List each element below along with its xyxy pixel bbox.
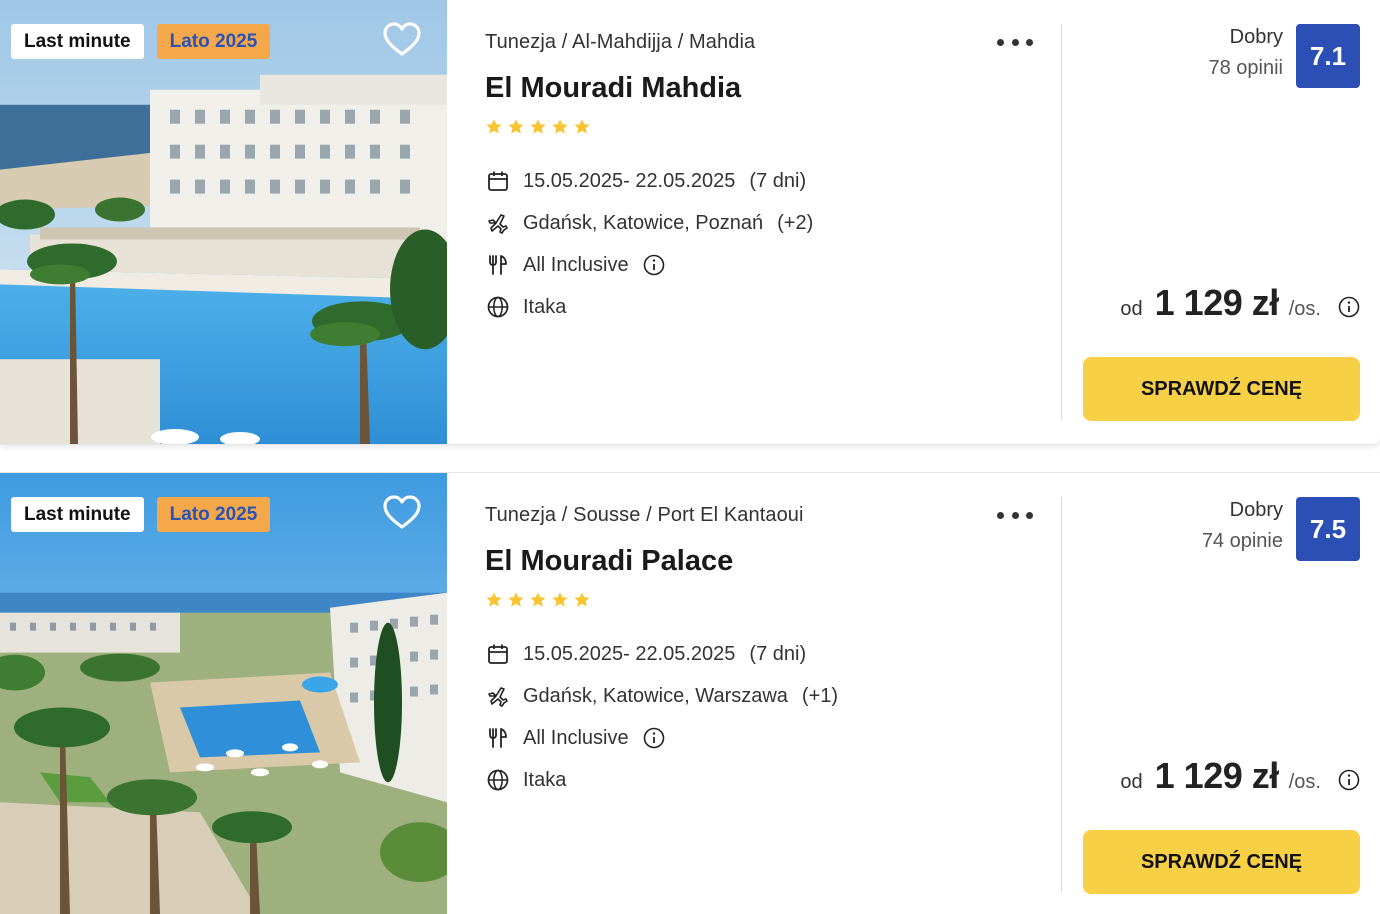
board-type: All Inclusive (523, 253, 629, 276)
price-info-icon[interactable] (1338, 769, 1360, 791)
star-icon (574, 119, 590, 134)
season-badge: Lato 2025 (156, 497, 271, 532)
star-icon (486, 592, 502, 607)
breadcrumb-city[interactable]: Port El Kantaoui (657, 504, 803, 526)
star-icon (552, 592, 568, 607)
price-unit: /os. (1288, 298, 1321, 320)
departures-row: Gdańsk, Katowice, Poznań (+2) (485, 202, 813, 244)
divider (1061, 24, 1062, 420)
calendar-icon (485, 641, 511, 667)
more-airports-link[interactable]: (+2) (777, 212, 813, 235)
more-airports-link[interactable]: (+1) (802, 685, 838, 708)
season-badge: Lato 2025 (156, 24, 271, 59)
cutlery-icon (485, 252, 511, 278)
cutlery-icon (485, 725, 511, 751)
check-price-button[interactable]: SPRAWDŹ CENĘ (1083, 357, 1360, 421)
star-icon (508, 119, 524, 134)
more-options-icon[interactable] (997, 501, 1033, 529)
airplane-icon (485, 683, 511, 709)
breadcrumb: Tunezja / Al-Mahdijja / Mahdia (485, 31, 756, 53)
favorite-heart-icon[interactable] (381, 20, 423, 60)
offer-info: Tunezja / Sousse / Port El Kantaoui El M… (485, 473, 1045, 914)
reviews-count-link[interactable]: 78 opinii (1208, 57, 1283, 80)
hotel-name[interactable]: El Mouradi Palace (485, 545, 733, 578)
star-icon (574, 592, 590, 607)
price-prefix: od (1120, 298, 1143, 320)
price-amount: 1 129 zł (1154, 755, 1280, 796)
star-icon (530, 592, 546, 607)
breadcrumb: Tunezja / Sousse / Port El Kantaoui (485, 504, 804, 526)
last-minute-badge: Last minute (11, 24, 144, 59)
price-info-icon[interactable] (1338, 296, 1360, 318)
departures-row: Gdańsk, Katowice, Warszawa (+1) (485, 675, 838, 717)
tour-operator: Itaka (523, 295, 567, 318)
travel-dates: 15.05.2025- 22.05.2025 (523, 642, 736, 665)
globe-icon (485, 294, 511, 320)
departure-airports: Gdańsk, Katowice, Poznań (523, 211, 764, 234)
hotel-stars (485, 591, 591, 609)
star-icon (530, 119, 546, 134)
breadcrumb-country[interactable]: Tunezja (485, 504, 556, 526)
star-icon (508, 592, 524, 607)
breadcrumb-country[interactable]: Tunezja (485, 31, 556, 53)
star-icon (486, 119, 502, 134)
rating-score: 7.1 (1296, 24, 1360, 88)
travel-duration: (7 dni) (749, 169, 807, 192)
rating-score: 7.5 (1296, 497, 1360, 561)
hotel-name[interactable]: El Mouradi Mahdia (485, 72, 741, 105)
operator-row: Itaka (485, 286, 813, 328)
last-minute-badge: Last minute (11, 497, 144, 532)
dates-row: 15.05.2025- 22.05.2025 (7 dni) (485, 633, 838, 675)
star-icon (552, 119, 568, 134)
price-unit: /os. (1288, 771, 1321, 793)
rating-label: Dobry (1229, 499, 1283, 521)
breadcrumb-city[interactable]: Mahdia (689, 31, 755, 53)
offer-card[interactable]: Last minute Lato 2025 Tunezja / Sousse /… (0, 472, 1380, 914)
breadcrumb-region[interactable]: Al-Mahdijja (572, 31, 672, 53)
price-block: od 1 129 zł /os. (1120, 282, 1360, 324)
globe-icon (485, 767, 511, 793)
operator-row: Itaka (485, 759, 838, 801)
board-row: All Inclusive (485, 244, 813, 286)
airplane-icon (485, 210, 511, 236)
rating-label: Dobry (1229, 26, 1283, 48)
hotel-stars (485, 118, 591, 136)
divider (1061, 497, 1062, 893)
tour-operator: Itaka (523, 768, 567, 791)
board-row: All Inclusive (485, 717, 838, 759)
price-amount: 1 129 zł (1154, 282, 1280, 323)
calendar-icon (485, 168, 511, 194)
price-prefix: od (1120, 771, 1143, 793)
travel-duration: (7 dni) (749, 642, 807, 665)
hotel-photo[interactable]: Last minute Lato 2025 (0, 473, 447, 914)
board-type: All Inclusive (523, 726, 629, 749)
more-options-icon[interactable] (997, 28, 1033, 56)
price-block: od 1 129 zł /os. (1120, 755, 1360, 797)
reviews-count-link[interactable]: 74 opinie (1202, 530, 1283, 553)
check-price-button[interactable]: SPRAWDŹ CENĘ (1083, 830, 1360, 894)
hotel-photo[interactable]: Last minute Lato 2025 (0, 0, 447, 444)
hotel-photo-image (0, 0, 447, 444)
favorite-heart-icon[interactable] (381, 493, 423, 533)
board-info-icon[interactable] (643, 254, 665, 276)
breadcrumb-region[interactable]: Sousse (573, 504, 640, 526)
board-info-icon[interactable] (643, 727, 665, 749)
dates-row: 15.05.2025- 22.05.2025 (7 dni) (485, 160, 813, 202)
offer-info: Tunezja / Al-Mahdijja / Mahdia El Mourad… (485, 0, 1045, 444)
hotel-photo-image (0, 473, 447, 914)
departure-airports: Gdańsk, Katowice, Warszawa (523, 684, 788, 707)
offer-card[interactable]: Last minute Lato 2025 Tunezja / Al-Mahdi… (0, 0, 1380, 445)
travel-dates: 15.05.2025- 22.05.2025 (523, 169, 736, 192)
